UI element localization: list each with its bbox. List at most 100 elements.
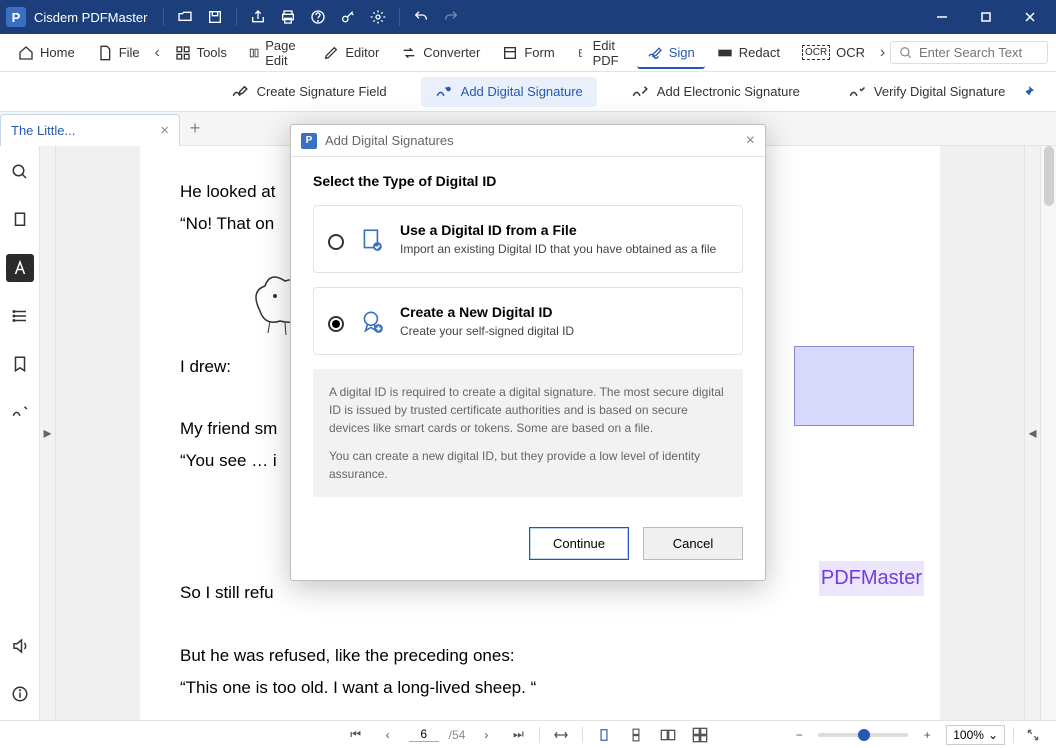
tab-label: The Little...	[11, 123, 75, 138]
close-tab-icon[interactable]: ×	[160, 122, 169, 139]
dialog-logo-icon: P	[301, 133, 317, 149]
app-name: Cisdem PDFMaster	[34, 10, 147, 25]
ocr-button[interactable]: OCROCR	[792, 41, 875, 64]
scrollbar-thumb[interactable]	[1044, 146, 1054, 206]
zoom-in-icon[interactable]: +	[916, 724, 938, 746]
dialog-close-icon[interactable]: ×	[746, 132, 755, 150]
two-page-icon[interactable]	[657, 724, 679, 746]
zoom-slider-knob[interactable]	[858, 729, 870, 741]
add-digital-signatures-dialog: P Add Digital Signatures × Select the Ty…	[290, 124, 766, 581]
option-title: Use a Digital ID from a File	[400, 222, 716, 238]
converter-button[interactable]: Converter	[391, 41, 490, 65]
file-button[interactable]: File	[87, 41, 150, 65]
two-page-continuous-icon[interactable]	[689, 724, 711, 746]
sign-button[interactable]: Sign	[637, 41, 705, 69]
dialog-titlebar: P Add Digital Signatures ×	[291, 125, 765, 157]
option-title: Create a New Digital ID	[400, 304, 574, 320]
create-signature-field-button[interactable]: Create Signature Field	[217, 77, 401, 107]
add-tab-button[interactable]: +	[180, 114, 210, 144]
doc-line: So I still refu	[180, 577, 900, 609]
prev-page-icon[interactable]: ‹	[377, 724, 399, 746]
form-button[interactable]: Form	[492, 41, 564, 65]
signature-toolbar: Create Signature Field Add Digital Signa…	[0, 72, 1056, 112]
doc-line: But he was refused, like the preceding o…	[180, 640, 900, 672]
page-number-input[interactable]	[409, 727, 439, 742]
maximize-button[interactable]	[966, 0, 1006, 34]
key-icon[interactable]	[335, 4, 361, 30]
zoom-slider[interactable]	[818, 733, 908, 737]
save-icon[interactable]	[202, 4, 228, 30]
search-panel-icon[interactable]	[6, 158, 34, 186]
option-use-file[interactable]: Use a Digital ID from a File Import an e…	[313, 205, 743, 273]
undo-icon[interactable]	[408, 4, 434, 30]
continue-button[interactable]: Continue	[529, 527, 629, 560]
status-bar: ⏮ ‹ /54 › ⏭ − + 100%⌄	[0, 720, 1056, 748]
annotations-icon[interactable]	[6, 254, 34, 282]
dialog-heading: Select the Type of Digital ID	[313, 173, 743, 189]
info-text: You can create a new digital ID, but the…	[329, 447, 727, 483]
add-electronic-signature-button[interactable]: Add Electronic Signature	[617, 77, 814, 107]
option-create-new[interactable]: Create a New Digital ID Create your self…	[313, 287, 743, 355]
add-digital-signature-button[interactable]: Add Digital Signature	[421, 77, 597, 107]
open-icon[interactable]	[172, 4, 198, 30]
info-box: A digital ID is required to create a dig…	[313, 369, 743, 497]
page-edit-button[interactable]: Page Edit	[239, 34, 311, 72]
bookmark-icon[interactable]	[6, 350, 34, 378]
app-logo-icon: P	[6, 7, 26, 27]
dialog-title: Add Digital Signatures	[325, 133, 454, 148]
search-input[interactable]	[919, 45, 1039, 60]
continuous-page-icon[interactable]	[625, 724, 647, 746]
zoom-out-icon[interactable]: −	[788, 724, 810, 746]
chevron-left-icon[interactable]: ‹	[152, 44, 163, 62]
left-sidebar	[0, 146, 40, 720]
option-desc: Import an existing Digital ID that you h…	[400, 242, 716, 256]
thumbnails-icon[interactable]	[6, 206, 34, 234]
share-icon[interactable]	[245, 4, 271, 30]
page-total: /54	[449, 728, 466, 742]
dialog-footer: Continue Cancel	[291, 517, 765, 580]
title-bar: P Cisdem PDFMaster	[0, 0, 1056, 34]
zoom-dropdown[interactable]: 100%⌄	[946, 725, 1005, 745]
pin-icon[interactable]	[1020, 84, 1036, 100]
last-page-icon[interactable]: ⏭	[507, 724, 529, 746]
left-collapse-handle[interactable]: ▸	[40, 146, 56, 720]
document-tab[interactable]: The Little... ×	[0, 114, 180, 146]
editor-button[interactable]: Editor	[313, 41, 389, 65]
badge-id-icon	[358, 308, 386, 336]
right-collapse-handle[interactable]: ◂	[1024, 146, 1040, 720]
option-desc: Create your self-signed digital ID	[400, 324, 574, 338]
minimize-button[interactable]	[922, 0, 962, 34]
main-toolbar: Home File ‹ Tools Page Edit Editor Conve…	[0, 34, 1056, 72]
home-button[interactable]: Home	[8, 41, 85, 65]
file-id-icon	[358, 226, 386, 254]
print-icon[interactable]	[275, 4, 301, 30]
fit-width-icon[interactable]	[550, 724, 572, 746]
doc-line: “This one is too old. I want a long-live…	[180, 672, 900, 704]
verify-digital-signature-button[interactable]: Verify Digital Signature	[834, 77, 1020, 107]
watermark-text: PDFMaster	[819, 561, 924, 596]
vertical-scrollbar[interactable]	[1040, 146, 1056, 720]
redo-icon[interactable]	[438, 4, 464, 30]
search-box[interactable]	[890, 41, 1048, 64]
signature-field-box[interactable]	[794, 346, 914, 426]
redact-button[interactable]: Redact	[707, 41, 790, 65]
signature-panel-icon[interactable]	[6, 398, 34, 426]
radio-create-new[interactable]	[328, 316, 344, 332]
radio-use-file[interactable]	[328, 234, 344, 250]
fullscreen-icon[interactable]	[1022, 724, 1044, 746]
sound-icon[interactable]	[6, 632, 34, 660]
help-icon[interactable]	[305, 4, 331, 30]
single-page-icon[interactable]	[593, 724, 615, 746]
edit-pdf-button[interactable]: Edit PDF	[567, 34, 635, 72]
info-icon[interactable]	[6, 680, 34, 708]
search-icon	[899, 46, 913, 60]
chevron-right-icon[interactable]: ›	[877, 44, 888, 62]
next-page-icon[interactable]: ›	[475, 724, 497, 746]
outline-icon[interactable]	[6, 302, 34, 330]
tools-button[interactable]: Tools	[165, 41, 237, 65]
settings-icon[interactable]	[365, 4, 391, 30]
close-button[interactable]	[1010, 0, 1050, 34]
first-page-icon[interactable]: ⏮	[345, 724, 367, 746]
info-text: A digital ID is required to create a dig…	[329, 383, 727, 437]
cancel-button[interactable]: Cancel	[643, 527, 743, 560]
